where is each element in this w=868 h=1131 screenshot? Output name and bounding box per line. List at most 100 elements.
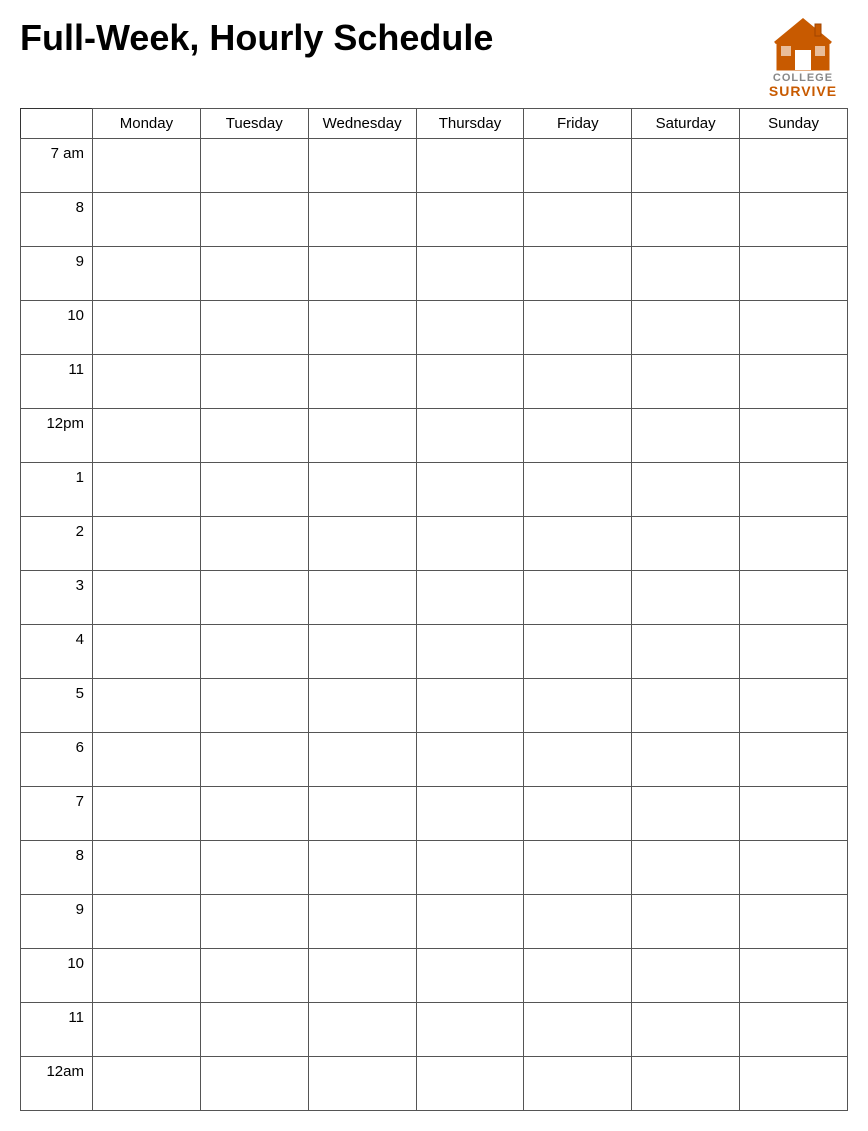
schedule-cell[interactable] [524, 463, 632, 517]
schedule-cell[interactable] [416, 463, 524, 517]
schedule-cell[interactable] [308, 355, 416, 409]
schedule-cell[interactable] [740, 1003, 848, 1057]
schedule-cell[interactable] [416, 1003, 524, 1057]
schedule-cell[interactable] [524, 1057, 632, 1111]
schedule-cell[interactable] [632, 463, 740, 517]
schedule-cell[interactable] [632, 571, 740, 625]
schedule-cell[interactable] [632, 193, 740, 247]
schedule-cell[interactable] [308, 895, 416, 949]
schedule-cell[interactable] [632, 949, 740, 1003]
schedule-cell[interactable] [93, 787, 201, 841]
schedule-cell[interactable] [740, 193, 848, 247]
schedule-cell[interactable] [200, 733, 308, 787]
schedule-cell[interactable] [524, 247, 632, 301]
schedule-cell[interactable] [416, 679, 524, 733]
schedule-cell[interactable] [632, 247, 740, 301]
schedule-cell[interactable] [93, 355, 201, 409]
schedule-cell[interactable] [524, 841, 632, 895]
schedule-cell[interactable] [93, 679, 201, 733]
schedule-cell[interactable] [308, 1003, 416, 1057]
schedule-cell[interactable] [200, 679, 308, 733]
schedule-cell[interactable] [740, 571, 848, 625]
schedule-cell[interactable] [632, 301, 740, 355]
schedule-cell[interactable] [740, 895, 848, 949]
schedule-cell[interactable] [524, 355, 632, 409]
schedule-cell[interactable] [308, 301, 416, 355]
schedule-cell[interactable] [200, 193, 308, 247]
schedule-cell[interactable] [740, 301, 848, 355]
schedule-cell[interactable] [200, 571, 308, 625]
schedule-cell[interactable] [308, 949, 416, 1003]
schedule-cell[interactable] [200, 787, 308, 841]
schedule-cell[interactable] [632, 733, 740, 787]
schedule-cell[interactable] [524, 787, 632, 841]
schedule-cell[interactable] [308, 463, 416, 517]
schedule-cell[interactable] [740, 517, 848, 571]
schedule-cell[interactable] [93, 841, 201, 895]
schedule-cell[interactable] [308, 841, 416, 895]
schedule-cell[interactable] [632, 841, 740, 895]
schedule-cell[interactable] [200, 841, 308, 895]
schedule-cell[interactable] [200, 517, 308, 571]
schedule-cell[interactable] [524, 301, 632, 355]
schedule-cell[interactable] [632, 679, 740, 733]
schedule-cell[interactable] [93, 517, 201, 571]
schedule-cell[interactable] [416, 733, 524, 787]
schedule-cell[interactable] [200, 409, 308, 463]
schedule-cell[interactable] [93, 733, 201, 787]
schedule-cell[interactable] [308, 139, 416, 193]
schedule-cell[interactable] [740, 787, 848, 841]
schedule-cell[interactable] [416, 949, 524, 1003]
schedule-cell[interactable] [524, 517, 632, 571]
schedule-cell[interactable] [416, 1057, 524, 1111]
schedule-cell[interactable] [416, 247, 524, 301]
schedule-cell[interactable] [416, 409, 524, 463]
schedule-cell[interactable] [93, 193, 201, 247]
schedule-cell[interactable] [740, 679, 848, 733]
schedule-cell[interactable] [524, 949, 632, 1003]
schedule-cell[interactable] [308, 787, 416, 841]
schedule-cell[interactable] [524, 895, 632, 949]
schedule-cell[interactable] [524, 679, 632, 733]
schedule-cell[interactable] [632, 409, 740, 463]
schedule-cell[interactable] [740, 247, 848, 301]
schedule-cell[interactable] [93, 1057, 201, 1111]
schedule-cell[interactable] [93, 571, 201, 625]
schedule-cell[interactable] [416, 139, 524, 193]
schedule-cell[interactable] [632, 517, 740, 571]
schedule-cell[interactable] [524, 139, 632, 193]
schedule-cell[interactable] [416, 517, 524, 571]
schedule-cell[interactable] [740, 949, 848, 1003]
schedule-cell[interactable] [740, 1057, 848, 1111]
schedule-cell[interactable] [632, 1003, 740, 1057]
schedule-cell[interactable] [740, 733, 848, 787]
schedule-cell[interactable] [93, 301, 201, 355]
schedule-cell[interactable] [416, 841, 524, 895]
schedule-cell[interactable] [740, 841, 848, 895]
schedule-cell[interactable] [632, 1057, 740, 1111]
schedule-cell[interactable] [200, 247, 308, 301]
schedule-cell[interactable] [93, 463, 201, 517]
schedule-cell[interactable] [524, 409, 632, 463]
schedule-cell[interactable] [200, 301, 308, 355]
schedule-cell[interactable] [200, 1003, 308, 1057]
schedule-cell[interactable] [308, 409, 416, 463]
schedule-cell[interactable] [93, 1003, 201, 1057]
schedule-cell[interactable] [93, 625, 201, 679]
schedule-cell[interactable] [632, 895, 740, 949]
schedule-cell[interactable] [200, 139, 308, 193]
schedule-cell[interactable] [740, 409, 848, 463]
schedule-cell[interactable] [308, 733, 416, 787]
schedule-cell[interactable] [740, 463, 848, 517]
schedule-cell[interactable] [200, 463, 308, 517]
schedule-cell[interactable] [308, 193, 416, 247]
schedule-cell[interactable] [416, 625, 524, 679]
schedule-cell[interactable] [308, 517, 416, 571]
schedule-cell[interactable] [416, 787, 524, 841]
schedule-cell[interactable] [200, 895, 308, 949]
schedule-cell[interactable] [308, 247, 416, 301]
schedule-cell[interactable] [308, 625, 416, 679]
schedule-cell[interactable] [93, 139, 201, 193]
schedule-cell[interactable] [200, 625, 308, 679]
schedule-cell[interactable] [416, 355, 524, 409]
